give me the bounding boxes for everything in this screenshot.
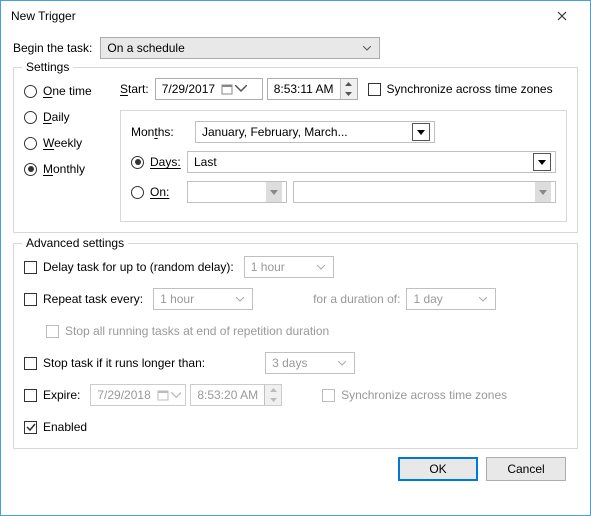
on-combo-1 xyxy=(187,181,287,203)
frequency-radios: One time Daily Weekly Monthly xyxy=(24,78,120,222)
close-button[interactable] xyxy=(542,2,582,30)
duration-label: for a duration of: xyxy=(313,292,400,306)
days-combo[interactable]: Last xyxy=(187,151,556,173)
sync-timezones-checkbox-2: Synchronize across time zones xyxy=(322,388,507,402)
spin-up-icon[interactable] xyxy=(341,79,357,89)
stop-if-checkbox[interactable]: Stop task if it runs longer than: xyxy=(24,356,205,370)
start-date-picker[interactable]: 7/29/2017 xyxy=(155,78,263,100)
settings-group: Settings One time Daily Weekly Monthly xyxy=(13,67,578,233)
advanced-legend: Advanced settings xyxy=(22,236,128,250)
start-label: Start: xyxy=(120,82,149,96)
chevron-down-icon xyxy=(359,38,375,58)
radio-monthly[interactable]: Monthly xyxy=(24,162,120,176)
months-combo[interactable]: January, February, March... xyxy=(195,121,435,143)
repeat-combo: 1 hour xyxy=(153,288,253,310)
chevron-down-icon xyxy=(171,392,182,399)
spin-down-icon xyxy=(265,395,281,405)
dropdown-arrow-icon xyxy=(533,153,551,171)
repeat-checkbox[interactable]: Repeat task every: xyxy=(24,292,143,306)
chevron-down-icon xyxy=(334,353,350,373)
chevron-down-icon xyxy=(313,257,329,277)
begin-task-label: Begin the task: xyxy=(13,41,92,55)
begin-task-combo[interactable]: On a schedule xyxy=(100,37,380,59)
dropdown-arrow-icon xyxy=(412,123,430,141)
expire-checkbox[interactable]: Expire: xyxy=(24,388,80,402)
expire-date-picker: 7/29/2018 xyxy=(90,384,186,406)
chevron-down-icon xyxy=(475,289,491,309)
radio-on[interactable]: On: xyxy=(131,185,187,199)
advanced-settings-group: Advanced settings Delay task for up to (… xyxy=(13,243,578,449)
start-time-spinner[interactable]: 8:53:11 AM xyxy=(267,78,358,100)
calendar-icon xyxy=(221,83,233,95)
radio-one-time[interactable]: One time xyxy=(24,84,120,98)
dropdown-arrow-icon xyxy=(535,182,551,202)
ok-button[interactable]: OK xyxy=(398,457,478,481)
calendar-icon xyxy=(157,389,169,401)
delay-combo: 1 hour xyxy=(244,256,334,278)
radio-daily[interactable]: Daily xyxy=(24,110,120,124)
radio-weekly[interactable]: Weekly xyxy=(24,136,120,150)
stop-all-checkbox: Stop all running tasks at end of repetit… xyxy=(46,324,329,338)
close-icon xyxy=(557,11,567,21)
radio-days[interactable]: Days: xyxy=(131,155,187,169)
new-trigger-dialog: New Trigger Begin the task: On a schedul… xyxy=(0,0,591,516)
settings-legend: Settings xyxy=(22,60,73,74)
enabled-checkbox[interactable]: Enabled xyxy=(24,420,87,434)
window-title: New Trigger xyxy=(11,9,542,23)
stop-if-combo: 3 days xyxy=(265,352,355,374)
spin-down-icon[interactable] xyxy=(341,89,357,99)
chevron-down-icon xyxy=(235,85,247,93)
spin-up-icon xyxy=(265,385,281,395)
on-combo-2 xyxy=(293,181,556,203)
months-label: Months: xyxy=(131,125,187,139)
delay-checkbox[interactable]: Delay task for up to (random delay): xyxy=(24,260,234,274)
titlebar: New Trigger xyxy=(1,1,590,31)
sync-timezones-checkbox[interactable]: Synchronize across time zones xyxy=(368,82,553,96)
duration-combo: 1 day xyxy=(406,288,496,310)
cancel-button[interactable]: Cancel xyxy=(486,457,566,481)
chevron-down-icon xyxy=(232,289,248,309)
dropdown-arrow-icon xyxy=(266,182,282,202)
monthly-options: Months: January, February, March... Days… xyxy=(120,110,567,222)
expire-time-spinner: 8:53:20 AM xyxy=(190,384,282,406)
